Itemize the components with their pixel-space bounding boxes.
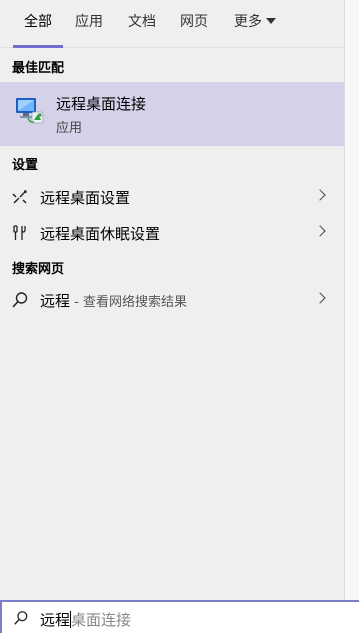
section-best-match: 最佳匹配 — [12, 61, 65, 76]
settings-item-remote-desktop[interactable]: 远程桌面设置 — [0, 179, 344, 215]
caret-down-icon — [266, 18, 276, 24]
web-search-query: 远程 — [40, 292, 71, 310]
tab-documents[interactable]: 文档 — [122, 0, 162, 48]
best-match-item[interactable]: 远程桌面连接 应用 — [0, 82, 344, 146]
preview-pane-edge — [344, 0, 359, 600]
chevron-right-icon[interactable] — [314, 292, 326, 304]
settings-item-remote-sleep[interactable]: 远程桌面休眠设置 — [0, 215, 344, 251]
web-search-item[interactable]: 远程 - 查看网络搜索结果 — [0, 282, 344, 318]
web-search-suffix: - 查看网络搜索结果 — [70, 295, 187, 310]
tab-apps[interactable]: 应用 — [69, 0, 109, 48]
sleep-settings-icon — [13, 225, 26, 240]
search-panel: 全部 应用 文档 网页 更多 最佳匹配 远程桌面连接 应用 设置 远程桌面设置 … — [0, 0, 359, 633]
search-icon — [12, 292, 28, 308]
filter-tabs: 全部 应用 文档 网页 更多 — [0, 0, 344, 48]
search-box[interactable]: 远程桌面连接 — [0, 600, 359, 633]
chevron-right-icon[interactable] — [314, 189, 326, 201]
chevron-right-icon[interactable] — [314, 225, 326, 237]
search-icon — [14, 611, 28, 625]
settings-item-label: 远程桌面设置 — [40, 189, 131, 207]
best-match-title: 远程桌面连接 — [56, 95, 147, 113]
best-match-type: 应用 — [56, 121, 83, 136]
section-settings: 设置 — [12, 158, 39, 173]
settings-item-label: 远程桌面休眠设置 — [40, 225, 161, 243]
tab-web[interactable]: 网页 — [174, 0, 214, 48]
search-input[interactable]: 远程桌面连接 — [40, 609, 131, 630]
section-web-search: 搜索网页 — [12, 262, 65, 277]
search-typed-text: 远程 — [40, 611, 71, 629]
remote-desktop-icon — [16, 98, 44, 124]
web-search-label: 远程 - 查看网络搜索结果 — [40, 290, 187, 311]
remote-settings-icon — [12, 190, 27, 204]
tab-all[interactable]: 全部 — [13, 0, 63, 48]
search-autocomplete: 桌面连接 — [71, 611, 132, 629]
tab-more[interactable]: 更多 — [228, 0, 284, 48]
tab-more-label: 更多 — [234, 14, 262, 30]
